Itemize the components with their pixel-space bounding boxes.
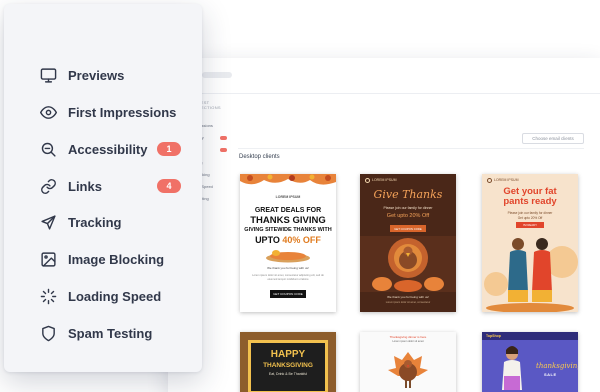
link-icon bbox=[38, 176, 58, 196]
menu-item-label: Image Blocking bbox=[68, 251, 165, 267]
section-title: Desktop clients bbox=[239, 154, 280, 160]
email-preview-6[interactable]: TopShop thanksgiving SALE bbox=[482, 332, 578, 392]
menu-item-accessibility[interactable]: Accessibility bbox=[38, 137, 148, 161]
brand-name: LOREM IPSUM bbox=[494, 178, 519, 182]
offer-prefix: UPTO bbox=[255, 235, 280, 245]
headline: THANKS GIVING bbox=[250, 215, 326, 226]
brand-name: LOREM IPSUM bbox=[372, 178, 397, 182]
issue-count-badge: 1 bbox=[157, 142, 181, 156]
eye-icon bbox=[38, 102, 58, 122]
menu-item-label: Tracking bbox=[68, 214, 122, 230]
body-text: Lorem ipsum dolor sit amet, consectetur bbox=[385, 301, 431, 304]
email-nav-bar: TopShop bbox=[482, 332, 578, 340]
headline-line: pants ready bbox=[503, 196, 557, 207]
menu-item-label: Spam Testing bbox=[68, 325, 153, 341]
menu-item-image-blocking[interactable]: Image Blocking bbox=[38, 247, 164, 271]
coupon-button: GET COUPON CODE bbox=[390, 225, 426, 232]
menu-item-links[interactable]: Links bbox=[38, 174, 102, 198]
brand-logo-icon bbox=[487, 178, 492, 183]
subheadline: GIVING SITEWIDE THANKS WITH bbox=[244, 227, 332, 233]
email-preview-3[interactable]: LOREM IPSUM Get your fat pants ready Plea… bbox=[482, 174, 578, 312]
turkey-icon bbox=[388, 352, 428, 388]
magnifier-icon bbox=[38, 139, 58, 159]
menu-item-label: Previews bbox=[68, 67, 125, 83]
brand-logo: TopShop bbox=[486, 334, 501, 338]
headline: Thanksgiving dinner is here bbox=[389, 335, 427, 339]
ready-button: I'M READY bbox=[516, 222, 544, 228]
offer-percent: 40% OFF bbox=[282, 235, 321, 245]
menu-item-loading-speed[interactable]: Loading Speed bbox=[38, 284, 161, 308]
subheadline: SALE bbox=[544, 372, 557, 377]
menu-item-tracking[interactable]: Tracking bbox=[38, 210, 121, 234]
app-header bbox=[168, 58, 600, 94]
menu-item-label: First Impressions bbox=[68, 104, 177, 120]
shield-icon bbox=[38, 323, 58, 343]
headline: Give Thanks bbox=[373, 188, 443, 201]
test-sections-menu: Previews First Impressions Accessibility… bbox=[4, 4, 202, 372]
choose-email-clients-button[interactable]: Choose email clients bbox=[522, 133, 584, 144]
brand-name: LOREM IPSUM bbox=[275, 195, 301, 199]
spinner-icon bbox=[38, 286, 58, 306]
thanks-note: We thank you for being with us! bbox=[267, 266, 309, 270]
menu-item-label: Links bbox=[68, 178, 102, 194]
body-text: Lorem ipsum dolor sit amet, consectetur … bbox=[252, 274, 324, 281]
headline: Get your fat pants ready bbox=[482, 187, 578, 207]
sidebar-badge bbox=[220, 136, 227, 140]
offer-text: Get upto 20% Off bbox=[386, 213, 430, 219]
offer-text: UPTO 40% OFF bbox=[240, 235, 336, 245]
monitor-icon bbox=[38, 65, 58, 85]
send-icon bbox=[38, 212, 58, 232]
menu-item-first-impressions[interactable]: First Impressions bbox=[38, 100, 176, 124]
turkey-illustration bbox=[360, 236, 456, 292]
divider bbox=[238, 148, 584, 149]
headline: thanksgiving bbox=[536, 362, 578, 370]
sidebar-badge bbox=[220, 148, 227, 152]
subheadline: Please join our family for dinner bbox=[507, 211, 553, 215]
menu-item-label: Loading Speed bbox=[68, 288, 162, 304]
email-preview-5[interactable]: Thanksgiving dinner is here Lorem ipsum … bbox=[360, 332, 456, 392]
image-icon bbox=[38, 249, 58, 269]
chalkboard-sign: HAPPY THANKSGIVING Eat, Drink & Be Thank… bbox=[248, 340, 328, 392]
brand-logo-icon bbox=[365, 178, 370, 183]
people-illustration bbox=[484, 238, 578, 312]
thanks-note: We thank you for being with us! bbox=[387, 295, 429, 299]
email-preview-1[interactable]: LOREM IPSUM GREAT DEALS FOR THANKS GIVIN… bbox=[240, 174, 336, 312]
headline: THANKSGIVING bbox=[263, 362, 313, 369]
email-preview-2[interactable]: LOREM IPSUM Give Thanks Please join our … bbox=[360, 174, 456, 312]
app-logo bbox=[202, 72, 232, 78]
pie-illustration bbox=[266, 250, 310, 263]
menu-item-previews[interactable]: Previews bbox=[38, 63, 124, 87]
headline: GREAT DEALS FOR bbox=[254, 207, 322, 214]
sidebar-header: TEST SECTIONS bbox=[198, 100, 221, 110]
coupon-button: GET COUPON CODE bbox=[270, 290, 306, 298]
menu-item-label: Accessibility bbox=[68, 141, 148, 157]
email-preview-4[interactable]: HAPPY THANKSGIVING Eat, Drink & Be Thank… bbox=[240, 332, 336, 392]
issue-count-badge: 4 bbox=[157, 179, 181, 193]
offer-text: Get upto 20% Off bbox=[517, 216, 543, 220]
app-window: TEST SECTIONS s ressions ility ng ocking… bbox=[168, 58, 600, 392]
headline: HAPPY bbox=[270, 349, 306, 360]
subheadline: Please join our family for dinner bbox=[383, 206, 433, 210]
subheadline: Lorem ipsum dolor sit amet bbox=[392, 340, 424, 343]
autumn-leaves-decoration bbox=[240, 174, 336, 185]
tagline: Eat, Drink & Be Thankful bbox=[268, 372, 308, 376]
menu-item-spam-testing[interactable]: Spam Testing bbox=[38, 321, 152, 345]
